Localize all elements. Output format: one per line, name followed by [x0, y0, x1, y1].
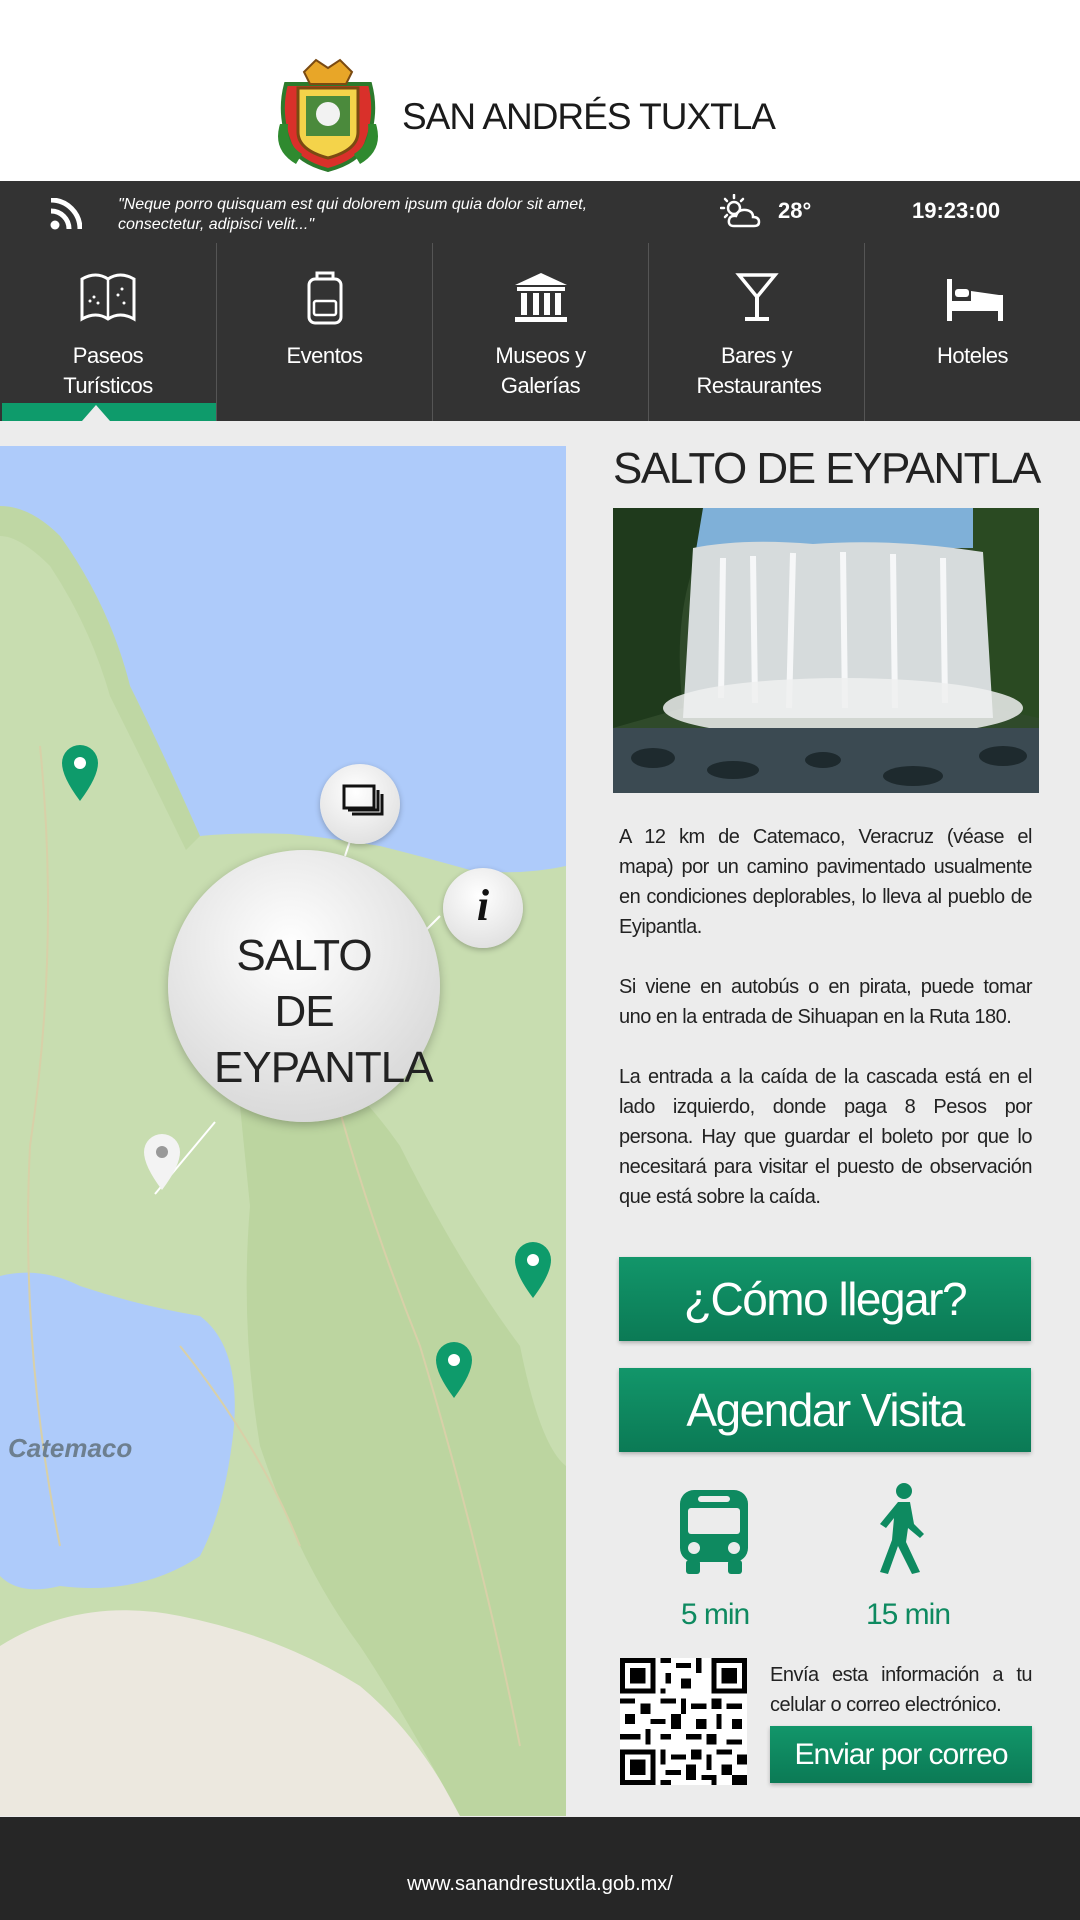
bus-icon[interactable]: [676, 1486, 752, 1576]
museum-icon: [515, 273, 567, 322]
description-paragraph: A 12 km de Catemaco, Veracruz (véase el …: [619, 826, 1033, 938]
directions-button[interactable]: ¿Cómo llegar?: [619, 1257, 1031, 1341]
info-icon: i: [476, 881, 490, 930]
send-email-button[interactable]: Enviar por correo: [770, 1726, 1032, 1783]
nav-label: Eventos: [286, 343, 364, 368]
nav-label: Hoteles: [936, 343, 1009, 368]
nav-item-paseos-turisticos[interactable]: Paseos Turísticos: [0, 243, 216, 421]
backpack-icon: [307, 271, 343, 325]
clock: 19:23:00: [912, 198, 1001, 223]
place-description: A 12 km de Catemaco, Veracruz (véase el …: [619, 822, 1033, 1242]
bubble-title: SALTO DE EYPANTLA: [214, 931, 434, 1092]
nav-item-eventos[interactable]: Eventos: [216, 243, 432, 421]
nav-label: Museos y Galerías: [495, 343, 586, 398]
schedule-visit-button[interactable]: Agendar Visita: [619, 1368, 1031, 1452]
info-button[interactable]: i: [443, 868, 523, 948]
nav-item-bares-restaurantes[interactable]: Bares y Restaurantes: [648, 243, 864, 421]
bed-icon: [947, 279, 1003, 321]
news-ticker-quote[interactable]: "Neque porro quisquam est qui dolorem ip…: [118, 195, 618, 235]
nav-label: Paseos Turísticos: [63, 343, 153, 398]
website-link[interactable]: www.sanandrestuxtla.gob.mx/: [0, 1873, 1080, 1896]
footer: [0, 1817, 1080, 1920]
gallery-button[interactable]: [320, 764, 400, 844]
place-bubble[interactable]: SALTO DE EYPANTLA: [168, 850, 440, 1122]
send-info-text: Envía esta información a tu celular o co…: [770, 1664, 1033, 1716]
bus-travel-time: 5 min: [680, 1598, 750, 1631]
map-pin-selected[interactable]: [140, 1132, 184, 1192]
nav-item-hoteles[interactable]: Hoteles: [864, 243, 1080, 421]
map-book-icon: [80, 273, 136, 322]
waterfall-photo: [613, 508, 1039, 793]
map-view[interactable]: [0, 446, 566, 1816]
cocktail-icon: [735, 273, 779, 321]
map-pin-green[interactable]: [432, 1340, 476, 1400]
lake-label-catemaco: Catemaco: [8, 1433, 133, 1463]
place-title: SALTO DE EYPANTLA: [613, 444, 1041, 493]
map-terrain: [0, 446, 566, 1816]
active-tab-arrow: [82, 405, 110, 421]
description-paragraph: Si viene en autobús o en pirata, puede t…: [619, 976, 1033, 1028]
temperature: 28°: [778, 198, 812, 223]
qr-code: [620, 1658, 747, 1785]
partly-cloudy-icon: [720, 194, 761, 228]
map-pin-green[interactable]: [58, 743, 102, 803]
description-paragraph: La entrada a la caída de la cascada está…: [619, 1066, 1033, 1208]
category-nav: Paseos Turísticos Eventos Museos y Galer…: [0, 243, 1080, 421]
nav-item-museos-galerias[interactable]: Museos y Galerías: [432, 243, 648, 421]
header: [0, 0, 1080, 181]
rss-feed-icon[interactable]: [50, 198, 82, 230]
map-pin-green[interactable]: [511, 1240, 555, 1300]
nav-label: Bares y Restaurantes: [696, 343, 822, 398]
walking-person-icon[interactable]: [874, 1482, 932, 1576]
page-title: SAN ANDRÉS TUXTLA: [402, 96, 776, 137]
walk-travel-time: 15 min: [865, 1598, 951, 1631]
coat-of-arms-logo: [278, 58, 378, 172]
photo-gallery-icon: [342, 784, 384, 816]
